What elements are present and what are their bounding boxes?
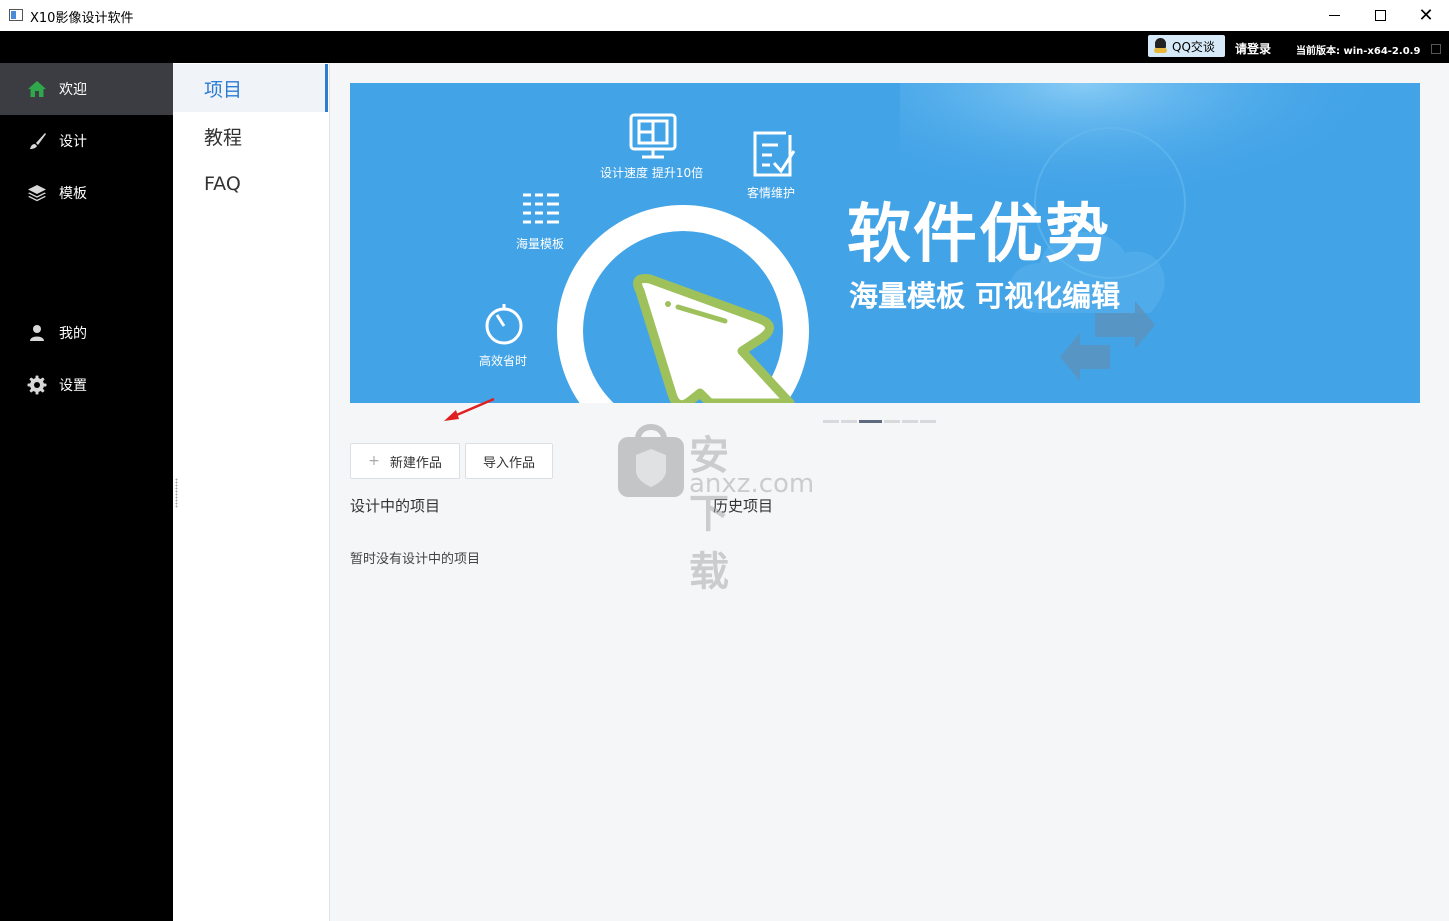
sub-sidebar: 项目 教程 FAQ [173,63,330,921]
app-window: X10影像设计软件 ✕ QQ交谈 请登录 当前版本: win-x64-2.0.9… [0,0,1449,921]
banner-title: 软件优势 [847,198,1111,272]
plus-icon: + [368,453,380,469]
window-title: X10影像设计软件 [30,11,134,26]
feature-timesaving-label: 高效省时 [479,354,528,368]
sidebar-item-templates[interactable]: 模板 [0,167,173,219]
panel-splitter-handle[interactable] [175,478,178,508]
qq-penguin-icon [1153,38,1168,54]
empty-state-text: 暂时没有设计中的项目 [350,552,481,567]
main-content: 设计速度 提升10倍 客情维护 海量模板 高效省时 软件优势 海量模板 可视化编… [330,63,1449,921]
new-project-button[interactable]: + 新建作品 [350,443,460,479]
feature-speed-label: 设计速度 提升10倍 [600,166,704,180]
sidebar-item-label: 设置 [59,378,87,394]
qq-chat-label: QQ交谈 [1172,39,1215,54]
feature-templates-label: 海量模板 [516,237,565,251]
home-icon [27,79,47,99]
carousel-dot[interactable] [902,420,918,423]
close-button[interactable]: ✕ [1403,0,1449,31]
new-project-label: 新建作品 [389,455,442,471]
import-project-button[interactable]: 导入作品 [465,443,553,479]
layers-icon [27,183,47,203]
watermark: 安下载 anxz.com [616,419,814,595]
import-project-label: 导入作品 [482,455,535,471]
banner-subtitle: 海量模板 可视化编辑 [849,279,1121,313]
sidebar-item-label: 设计 [59,134,87,150]
sidebar-item-label: 模板 [59,186,87,202]
carousel-dot[interactable] [841,420,857,423]
carousel-dot[interactable] [823,420,839,423]
promo-banner[interactable]: 设计速度 提升10倍 客情维护 海量模板 高效省时 软件优势 海量模板 可视化编… [350,83,1420,403]
carousel-indicator [823,420,938,423]
sidebar-item-mine[interactable]: 我的 [0,307,173,359]
version-label: 当前版本: win-x64-2.0.9 [1296,46,1421,57]
user-icon [27,323,47,343]
watermark-url: anxz.com [689,469,815,499]
shield-bag-icon [618,424,684,497]
app-icon [9,9,23,21]
annotation-arrow-icon [444,397,495,421]
sidebar-item-welcome[interactable]: 欢迎 [0,63,173,115]
restore-icon[interactable] [1431,44,1441,54]
brush-icon [27,131,47,151]
tab-faq[interactable]: FAQ [173,160,328,208]
minimize-icon [1328,15,1340,16]
maximize-button[interactable] [1357,0,1403,31]
minimize-button[interactable] [1311,0,1357,31]
close-icon: ✕ [1418,4,1434,26]
top-bar: QQ交谈 请登录 当前版本: win-x64-2.0.9 [0,31,1449,63]
in-progress-section-title: 设计中的项目 [350,497,441,515]
sidebar-item-settings[interactable]: 设置 [0,359,173,411]
main-sidebar: 欢迎 设计 模板 我的 设置 [0,63,173,921]
carousel-dot[interactable] [920,420,936,423]
carousel-dot-active[interactable] [859,420,882,423]
sidebar-item-design[interactable]: 设计 [0,115,173,167]
feature-customer-care-label: 客情维护 [747,186,796,200]
login-link[interactable]: 请登录 [1235,40,1271,57]
title-bar: X10影像设计软件 ✕ [0,0,1449,31]
tab-tutorials[interactable]: 教程 [173,112,328,160]
sidebar-item-label: 欢迎 [59,82,87,98]
qq-chat-button[interactable]: QQ交谈 [1148,35,1225,57]
tab-projects[interactable]: 项目 [173,64,328,112]
maximize-icon [1374,10,1386,21]
sidebar-item-label: 我的 [59,326,87,342]
watermark-text: 安下载 [689,433,731,595]
carousel-dot[interactable] [884,420,900,423]
gear-icon [27,375,47,395]
